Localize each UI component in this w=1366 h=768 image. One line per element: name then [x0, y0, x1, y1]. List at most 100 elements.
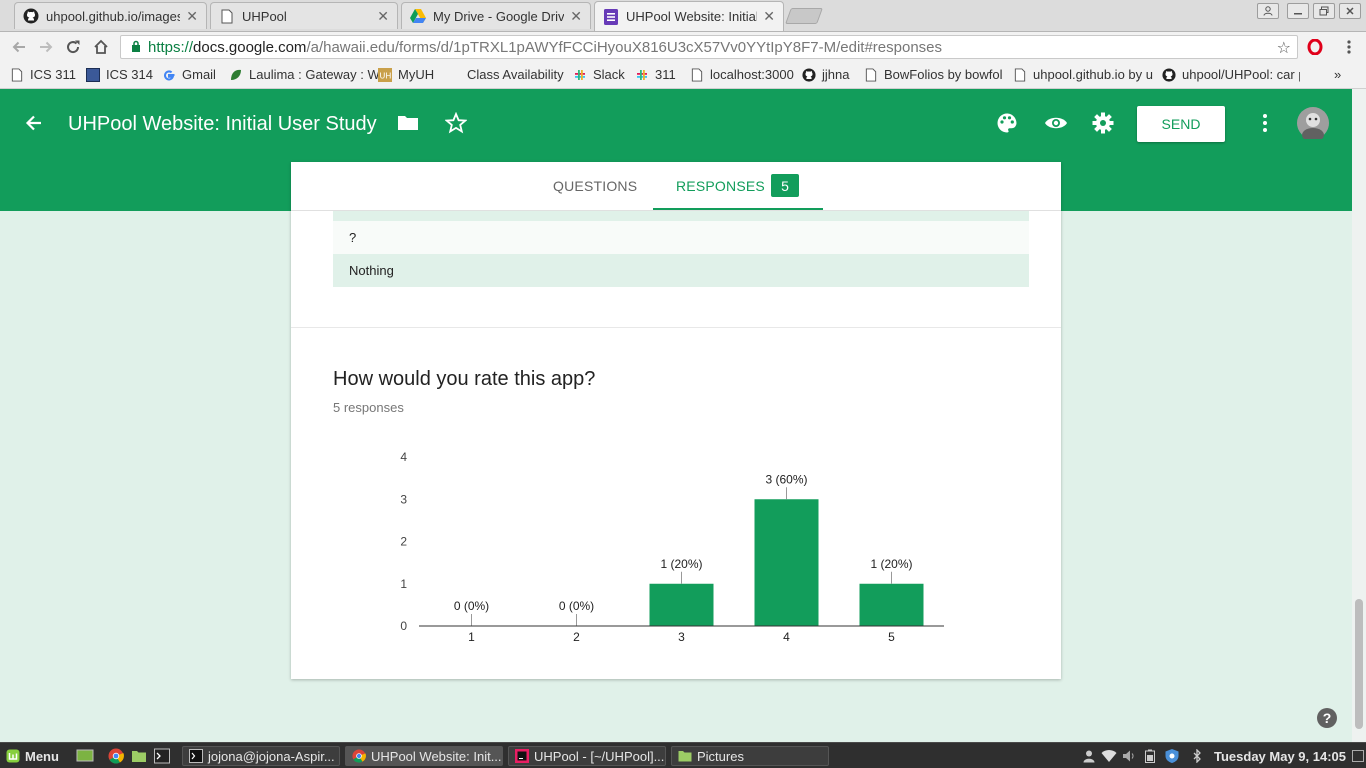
address-bar[interactable]: https://docs.google.com/a/hawaii.edu/for… — [120, 35, 1298, 59]
menu-button[interactable]: Menu — [6, 746, 59, 766]
bookmark-localhost[interactable]: localhost:3000 — [690, 67, 794, 82]
tab-label: uhpool.github.io/images — [46, 8, 181, 24]
x-tick-label: 4 — [783, 630, 790, 644]
terminal-launcher-icon[interactable] — [154, 746, 170, 766]
google-drive-icon — [410, 8, 426, 24]
star-icon[interactable] — [444, 111, 468, 134]
bookmark-uhpool-github-io[interactable]: uhpool.github.io by u — [1013, 67, 1153, 82]
terminal-icon — [189, 749, 203, 763]
responses-count-badge: 5 — [771, 174, 799, 197]
bookmark-ics314[interactable]: ICS 314 — [86, 67, 153, 82]
bookmark-star-icon[interactable]: ☆ — [1277, 38, 1291, 58]
tab-questions[interactable]: QUESTIONS — [553, 178, 637, 194]
taskbar-window-pictures[interactable]: Pictures — [671, 746, 829, 766]
close-icon[interactable]: ✕ — [186, 8, 198, 25]
active-tab-indicator — [653, 208, 823, 210]
page-icon — [1014, 67, 1026, 82]
x-tick-label: 3 — [678, 630, 685, 644]
list-item: ? — [333, 221, 1029, 254]
chart-bar — [859, 583, 924, 626]
clock[interactable]: Tuesday May 9, 14:05 — [1214, 746, 1346, 766]
close-icon[interactable]: ✕ — [570, 8, 582, 25]
window-label: jojona@jojona-Aspir... — [208, 748, 335, 764]
taskbar-window-chrome[interactable]: UHPool Website: Init... — [345, 746, 503, 766]
page-icon — [691, 67, 703, 82]
new-tab-button[interactable] — [785, 8, 823, 24]
scrollbar-thumb[interactable] — [1355, 599, 1363, 729]
bookmark-311[interactable]: 311 — [635, 67, 676, 82]
x-tick-label: 2 — [573, 630, 580, 644]
send-button[interactable]: SEND — [1137, 106, 1225, 142]
maximize-button[interactable] — [1313, 3, 1335, 19]
browser-tab-uhpool[interactable]: UHPool ✕ — [210, 2, 398, 29]
tab-label: UHPool Website: Initial — [626, 9, 758, 24]
bookmark-jjhna[interactable]: jjhna — [802, 67, 849, 82]
github-icon — [1162, 67, 1176, 82]
bookmark-ics311[interactable]: ICS 311 — [10, 67, 76, 82]
window-label: UHPool - [~/UHPool]... — [534, 748, 665, 764]
page-scrollbar[interactable] — [1352, 89, 1366, 742]
folder-icon — [678, 751, 692, 762]
bookmark-label: ICS 314 — [106, 67, 153, 82]
help-icon[interactable]: ? — [1317, 708, 1337, 728]
forward-arrow-icon[interactable] — [37, 38, 55, 56]
user-icon[interactable] — [1082, 746, 1096, 766]
mint-logo-icon — [6, 749, 20, 763]
bookmark-slack[interactable]: Slack — [573, 67, 625, 82]
files-launcher-icon[interactable] — [131, 746, 147, 766]
slack-icon — [575, 69, 585, 80]
volume-icon[interactable] — [1122, 746, 1136, 766]
show-desktop-icon[interactable] — [76, 746, 94, 766]
back-arrow-icon[interactable] — [24, 113, 46, 135]
notification-icon[interactable] — [1352, 746, 1364, 766]
form-title[interactable]: UHPool Website: Initial User Study — [68, 113, 377, 136]
battery-icon[interactable] — [1145, 746, 1155, 766]
chrome-launcher-icon[interactable] — [108, 746, 124, 766]
bookmark-label: uhpool/UHPool: car p — [1182, 67, 1300, 82]
taskbar-window-terminal[interactable]: jojona@jojona-Aspir... — [182, 746, 340, 766]
bookmarks-overflow-button[interactable]: » — [1334, 67, 1341, 82]
opera-icon[interactable] — [1306, 38, 1324, 56]
more-vertical-icon[interactable] — [1340, 38, 1358, 56]
close-window-button[interactable] — [1339, 3, 1361, 19]
google-forms-icon — [603, 8, 619, 25]
user-icon[interactable] — [1257, 3, 1279, 19]
bookmark-label: Class Availability — [467, 67, 564, 82]
bookmark-gmail[interactable]: Gmail — [162, 67, 216, 82]
rating-bar-chart: 0 1 2 3 4 0 (0%) 1 0 (0%) 2 1 (20%) 3 3 (60%) 4 1 (20… — [400, 450, 944, 644]
x-tick-label: 1 — [468, 630, 475, 644]
chevron-double-right-icon: » — [1334, 67, 1342, 82]
lock-icon — [131, 40, 141, 55]
taskbar-window-intellij[interactable]: UHPool - [~/UHPool]... — [508, 746, 666, 766]
palette-icon[interactable] — [996, 112, 1018, 134]
minimize-button[interactable] — [1287, 3, 1309, 19]
eye-preview-icon[interactable] — [1044, 112, 1067, 134]
bluetooth-icon[interactable] — [1192, 746, 1202, 766]
back-arrow-icon[interactable] — [10, 38, 28, 56]
browser-tab-google-drive[interactable]: My Drive - Google Drive ✕ — [401, 2, 591, 29]
tab-responses[interactable]: RESPONSES — [676, 178, 765, 194]
avatar[interactable] — [1297, 107, 1329, 142]
home-icon[interactable] — [92, 38, 110, 56]
reload-icon[interactable] — [64, 38, 82, 56]
folder-icon[interactable] — [397, 112, 419, 134]
bookmark-uhpool-repo[interactable]: uhpool/UHPool: car p — [1162, 67, 1300, 82]
os-taskbar: Menu jojona@jojona-Aspir... UHPool Websi… — [0, 742, 1366, 768]
browser-tab-uhpool-forms[interactable]: UHPool Website: Initial ✕ — [594, 1, 784, 31]
y-tick-label: 1 — [400, 577, 407, 591]
page-icon — [219, 8, 235, 24]
close-icon[interactable]: ✕ — [377, 8, 389, 25]
bookmark-label: Gmail — [182, 67, 216, 82]
bookmark-laulima[interactable]: Laulima : Gateway : W — [229, 67, 379, 82]
gear-icon[interactable] — [1092, 112, 1114, 134]
bookmark-myuh[interactable]: UH MyUH — [378, 67, 434, 82]
close-icon[interactable]: ✕ — [763, 8, 775, 25]
wifi-icon[interactable] — [1101, 746, 1117, 766]
bookmark-bowfolios[interactable]: BowFolios by bowfoli — [864, 67, 1002, 82]
window-label: UHPool Website: Init... — [371, 748, 502, 764]
y-tick-label: 3 — [400, 492, 407, 506]
bookmark-class-availability[interactable]: Class Availability — [467, 67, 564, 82]
shield-icon[interactable] — [1164, 746, 1180, 766]
browser-tab-uhpool-images[interactable]: uhpool.github.io/images ✕ — [14, 2, 207, 29]
more-vertical-icon[interactable] — [1254, 112, 1276, 134]
